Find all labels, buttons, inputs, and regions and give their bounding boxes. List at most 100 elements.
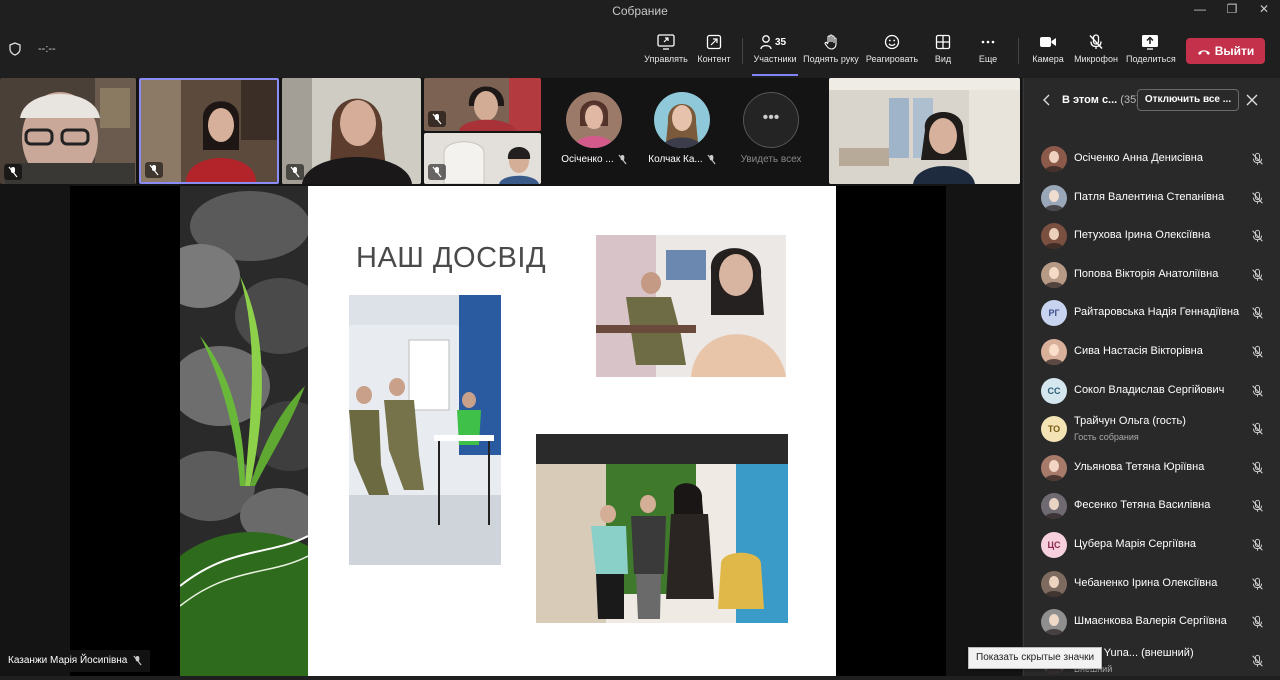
meeting-timer: --:-- [38, 43, 56, 55]
avatar [654, 92, 710, 148]
share-button[interactable]: Поделиться [1126, 34, 1176, 70]
mute-all-button[interactable]: Отключить все ... [1137, 89, 1239, 111]
video-tile-speaking[interactable] [139, 78, 279, 184]
more-icon [981, 40, 995, 44]
participant-name: Шмаєнкова Валерія Сергіївна [1074, 615, 1227, 628]
close-icon[interactable] [1246, 94, 1258, 106]
participants-button[interactable]: 35 Участники [752, 34, 798, 76]
active-tab-indicator [752, 74, 798, 76]
content-button[interactable]: Контент [695, 34, 733, 70]
mic-off-icon [1252, 461, 1263, 474]
content-icon [706, 34, 722, 50]
participant-row[interactable]: Осіченко Анна Денисівна [1024, 140, 1280, 178]
participant-row[interactable]: Сива Настасія Вікторівна [1024, 333, 1280, 371]
panel-header: В этом с... (35) Отключить все ... [1024, 88, 1280, 114]
participant-row[interactable]: Ульянова Тетяна Юріївна [1024, 449, 1280, 487]
participant-row[interactable]: РГ Райтаровська Надія Геннадіївна [1024, 294, 1280, 332]
minimize-button[interactable]: — [1183, 2, 1217, 20]
avatar [1041, 223, 1067, 250]
avatar-tile-1[interactable]: Осіченко ... [550, 78, 638, 182]
presenter-label: Казанжи Марія Йосипівна [0, 650, 151, 672]
participant-mic-status [1251, 384, 1264, 403]
participant-row[interactable]: Патля Валентина Степанівна [1024, 179, 1280, 217]
avatar-initials: ЦС [1047, 540, 1061, 550]
share-label: Поделиться [1126, 54, 1176, 64]
video-tile-4[interactable] [424, 78, 541, 131]
participant-row[interactable]: ЦС Цубера Марія Сергіївна [1024, 526, 1280, 564]
mic-off-icon [1252, 538, 1263, 551]
mic-off-icon [1252, 268, 1263, 281]
participant-video [829, 78, 1020, 184]
participant-row[interactable]: ТО Трайчун Ольга (гость) Гость собрания [1024, 410, 1280, 448]
raise-hand-button[interactable]: Поднять руку [802, 34, 860, 70]
participant-row[interactable]: Шмаєнкова Валерія Сергіївна [1024, 603, 1280, 641]
avatar [1041, 261, 1067, 288]
avatar-tile-2[interactable]: Колчак Ка... [638, 78, 726, 182]
mic-off-icon [1252, 152, 1263, 165]
shared-slide: НАШ ДОСВІД [180, 186, 836, 676]
mic-off-icon [432, 166, 442, 178]
toolbar-divider [1018, 38, 1019, 64]
participant-mic-status [1251, 577, 1264, 596]
avatar: ЦС [1041, 532, 1067, 558]
see-all-label: Увидеть всех [740, 154, 802, 165]
participants-panel: В этом с... (35) Отключить все ... Осіче… [1023, 78, 1280, 676]
toolbar-divider [742, 38, 743, 64]
maximize-button[interactable]: ❐ [1215, 2, 1249, 20]
avatar: ТО [1041, 416, 1067, 443]
more-label: Еще [978, 54, 998, 64]
mic-off-icon [1252, 654, 1263, 667]
participant-row[interactable]: Фесенко Тетяна Василівна [1024, 487, 1280, 525]
participant-row[interactable]: Петухова Ірина Олексіївна [1024, 217, 1280, 255]
camera-button[interactable]: Камера [1030, 34, 1066, 70]
participant-mic-status [1251, 152, 1264, 171]
back-icon[interactable] [1042, 94, 1052, 106]
tooltip: Показать скрытые значки [968, 647, 1103, 669]
avatar [566, 92, 622, 148]
avatar-initials: СС [1047, 385, 1061, 396]
mic-off-icon [133, 655, 142, 666]
participant-row[interactable]: СС Сокол Владислав Сергійович [1024, 372, 1280, 410]
participant-row[interactable]: Чебаненко Ірина Олексіївна [1024, 565, 1280, 603]
see-all-tile[interactable]: ••• Увидеть всех [727, 78, 815, 182]
avatar-name-row: Осіченко ... [550, 154, 638, 165]
mic-off-icon [290, 166, 300, 178]
participant-mic-status [1251, 654, 1264, 673]
microphone-label: Микрофон [1074, 54, 1118, 64]
participant-row[interactable]: Попова Вікторія Анатоліївна [1024, 256, 1280, 294]
video-tile-5[interactable] [424, 133, 541, 184]
video-tile-6[interactable] [829, 78, 1020, 184]
video-tile-3[interactable] [282, 78, 421, 184]
mic-off-icon [1252, 345, 1263, 358]
muted-badge [145, 162, 163, 178]
mic-off-icon [1252, 230, 1263, 242]
mic-off-icon [707, 154, 716, 165]
react-button[interactable]: Реагировать [864, 34, 920, 70]
more-button[interactable]: Еще [973, 34, 1003, 70]
react-label: Реагировать [865, 54, 919, 64]
participant-name: Сокол Владислав Сергійович [1074, 383, 1225, 396]
video-tile-1[interactable] [0, 78, 136, 184]
participant-name: Фесенко Тетяна Василівна [1074, 499, 1211, 512]
avatar-initials: РГ [1048, 308, 1060, 319]
mic-off-icon [8, 166, 18, 178]
participant-mic-status [1251, 422, 1264, 441]
microphone-button[interactable]: Микрофон [1073, 34, 1119, 70]
mic-off-icon [1252, 500, 1263, 513]
meeting-toolbar: --:-- Управлять Контент 35 Участники Под… [0, 22, 1280, 77]
shield-icon [9, 42, 21, 56]
close-window-button[interactable]: ✕ [1247, 2, 1280, 20]
participant-mic-status [1251, 615, 1264, 634]
window-title: Собрание [612, 4, 668, 18]
view-button[interactable]: Вид [928, 34, 958, 70]
manage-label: Управлять [644, 54, 688, 64]
avatar [1041, 570, 1067, 597]
avatar [1041, 146, 1067, 172]
participants-label: Участники [753, 54, 797, 64]
photo-meeting-soldiers [349, 295, 501, 565]
manage-button[interactable]: Управлять [643, 34, 689, 70]
participant-name: Цубера Марія Сергіївна [1074, 538, 1197, 550]
slide-title: НАШ ДОСВІД [356, 242, 547, 274]
leave-button[interactable]: Выйти [1186, 38, 1265, 64]
content-label: Контент [697, 54, 731, 64]
